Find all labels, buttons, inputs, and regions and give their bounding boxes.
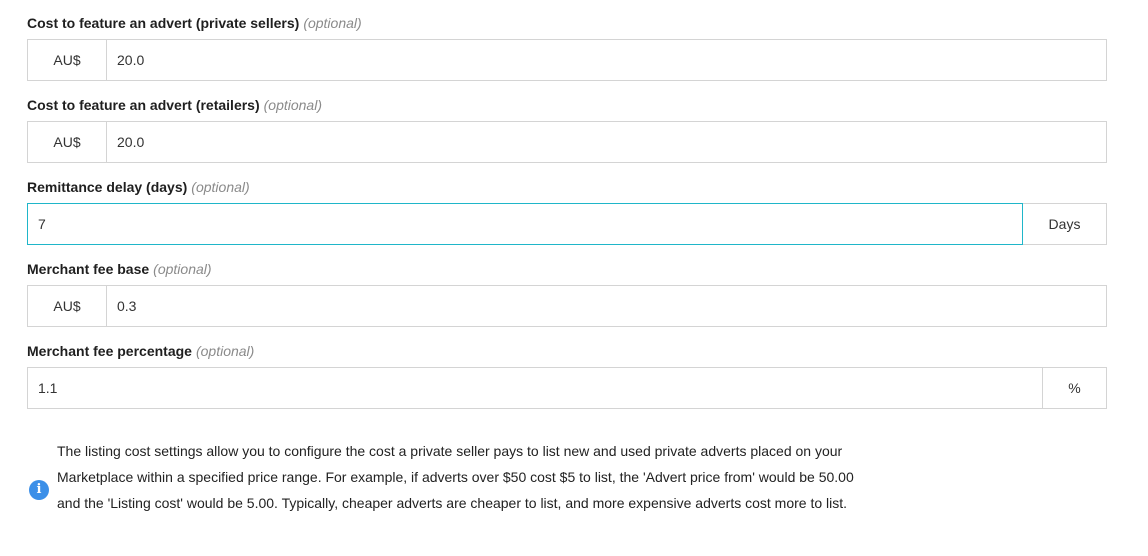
optional-hint: (optional) <box>153 261 212 277</box>
input-group: AU$ <box>27 121 1107 163</box>
field-remittance-delay: Remittance delay (days)(optional) Days <box>27 177 1107 245</box>
days-suffix: Days <box>1023 203 1107 245</box>
field-label: Merchant fee base (optional) <box>27 259 1107 279</box>
currency-prefix: AU$ <box>27 285 106 327</box>
field-label: Merchant fee percentage (optional) <box>27 341 1107 361</box>
label-text: Remittance delay (days) <box>27 179 188 195</box>
field-feature-cost-retailers: Cost to feature an advert (retailers) (op… <box>27 95 1107 163</box>
optional-hint: (optional) <box>303 15 362 31</box>
merchant-fee-base-input[interactable] <box>106 285 1107 327</box>
field-label: Remittance delay (days) (optional) <box>27 177 1107 197</box>
info-icon: i <box>29 480 49 500</box>
merchant-fee-percentage-input[interactable] <box>27 367 1043 409</box>
feature-cost-private-input[interactable] <box>106 39 1107 81</box>
input-group: AU$ <box>27 39 1107 81</box>
remittance-delay-input[interactable] <box>27 203 1023 245</box>
optional-hint: (optional) <box>263 97 322 113</box>
label-text: Merchant fee percentage <box>27 343 192 359</box>
settings-form: Cost to feature an advert (private selle… <box>0 0 1148 556</box>
field-feature-cost-private: Cost to feature an advert (private selle… <box>27 13 1107 81</box>
field-label: Cost to feature an advert (retailers) (op… <box>27 95 1107 115</box>
percent-suffix: % <box>1043 367 1107 409</box>
input-group: Days <box>27 203 1107 245</box>
input-group: % <box>27 367 1107 409</box>
field-label: Cost to feature an advert (private selle… <box>27 13 1107 33</box>
field-merchant-fee-percentage: Merchant fee percentage(optional) % <box>27 341 1107 409</box>
optional-hint: (optional) <box>191 179 250 195</box>
label-text: Cost to feature an advert (private selle… <box>27 15 300 31</box>
optional-hint: (optional) <box>195 343 255 359</box>
field-merchant-fee-base: Merchant fee base (optional) AU$ <box>27 259 1107 327</box>
currency-prefix: AU$ <box>27 121 106 163</box>
currency-prefix: AU$ <box>27 39 106 81</box>
info-text: The listing cost settings allow you to c… <box>57 443 854 511</box>
input-group: AU$ <box>27 285 1107 327</box>
feature-cost-retailers-input[interactable] <box>106 121 1107 163</box>
label-text: Cost to feature an advert (retailers) <box>27 97 260 113</box>
label-text: Merchant fee base <box>27 261 150 277</box>
